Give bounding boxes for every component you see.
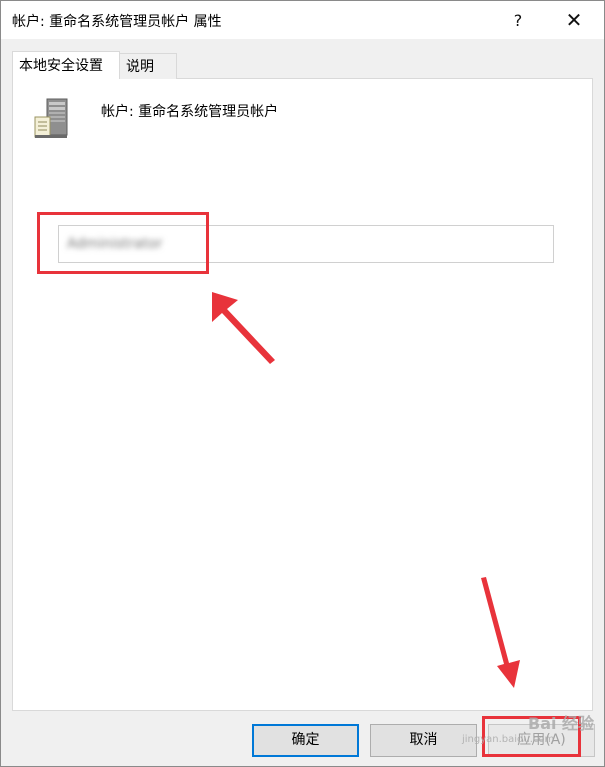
- policy-heading: 帐户: 重命名系统管理员帐户: [101, 104, 279, 120]
- tab-local-security-setting[interactable]: 本地安全设置: [12, 51, 120, 79]
- account-name-value: Administrator: [67, 236, 163, 252]
- tab-explain[interactable]: 说明: [119, 53, 177, 79]
- window-title: 帐户: 重命名系统管理员帐户 属性: [12, 14, 222, 30]
- close-button[interactable]: ✕: [551, 1, 597, 39]
- ok-button[interactable]: 确定: [252, 724, 359, 757]
- title-bar: 帐户: 重命名系统管理员帐户 属性 ? ✕: [1, 1, 604, 39]
- cancel-button[interactable]: 取消: [370, 724, 477, 757]
- account-name-input[interactable]: Administrator: [58, 225, 554, 263]
- server-icon: [31, 97, 75, 145]
- tab-panel: 帐户: 重命名系统管理员帐户 Administrator: [12, 78, 593, 711]
- help-button[interactable]: ?: [495, 1, 541, 39]
- properties-dialog: 帐户: 重命名系统管理员帐户 属性 ? ✕ 本地安全设置 说明 帐户: 重命名系…: [0, 0, 605, 767]
- apply-button[interactable]: 应用(A): [488, 724, 595, 757]
